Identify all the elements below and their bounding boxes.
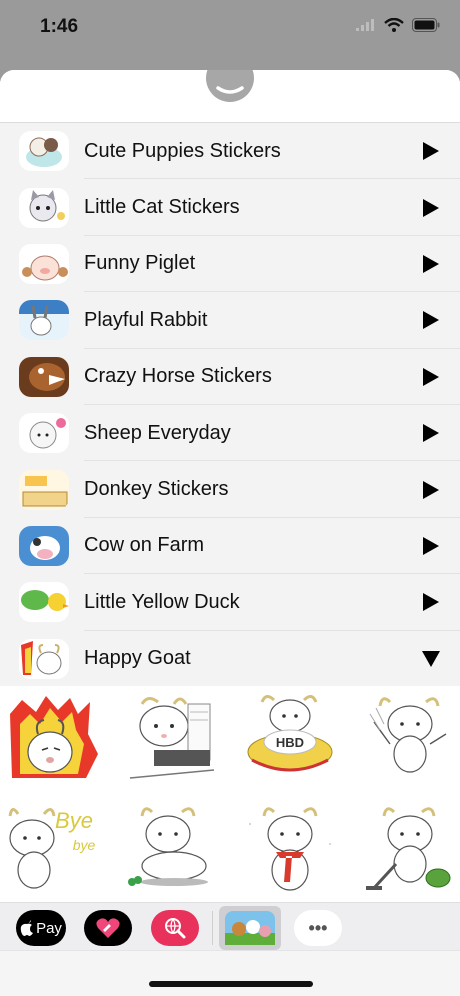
status-bar: 1:46 xyxy=(0,0,460,60)
pack-name: Little Yellow Duck xyxy=(84,590,240,613)
sticker-pack-row[interactable]: Donkey Stickers xyxy=(0,461,460,518)
sticker-pack-row[interactable]: Crazy Horse Stickers xyxy=(0,348,460,405)
farm-animals-icon xyxy=(225,911,275,945)
pack-name: Cow on Farm xyxy=(84,534,205,557)
pack-thumbnail xyxy=(19,356,69,397)
pack-thumbnail xyxy=(19,638,69,679)
more-apps-button[interactable]: ••• xyxy=(294,910,342,946)
app-drawer: Pay ••• xyxy=(0,902,460,951)
cake-text: HBD xyxy=(276,735,304,750)
globe-search-icon xyxy=(165,918,186,939)
collapse-triangle-icon[interactable] xyxy=(422,650,440,668)
sticker-pack-row[interactable]: Happy Goat xyxy=(0,630,460,687)
collapse-handle[interactable] xyxy=(206,70,254,102)
pack-thumbnail xyxy=(19,469,69,510)
pack-thumbnail xyxy=(19,131,69,172)
sticker-pack-row[interactable]: Funny Piglet xyxy=(0,235,460,293)
apple-pay-label: Pay xyxy=(36,919,62,937)
pack-thumbnail xyxy=(19,582,69,623)
sticker-app-selected[interactable] xyxy=(219,906,281,950)
sticker-pack-row[interactable]: Playful Rabbit xyxy=(0,292,460,349)
drawer-divider xyxy=(212,911,213,945)
bye-text: Bye xyxy=(55,808,93,833)
sheet-header xyxy=(0,70,460,123)
expand-triangle-icon[interactable] xyxy=(422,311,440,330)
pack-thumbnail xyxy=(19,413,69,454)
pack-thumbnail xyxy=(19,187,69,228)
pack-name: Happy Goat xyxy=(84,647,191,670)
pack-name: Cute Puppies Stickers xyxy=(84,139,281,162)
pack-name: Sheep Everyday xyxy=(84,421,231,444)
expand-triangle-icon[interactable] xyxy=(422,593,440,612)
apple-logo-icon xyxy=(20,920,34,936)
home-indicator[interactable] xyxy=(149,981,313,987)
pack-name: Playful Rabbit xyxy=(84,308,208,331)
digital-touch-app[interactable] xyxy=(84,910,132,946)
expand-triangle-icon[interactable] xyxy=(422,536,440,555)
expand-triangle-icon[interactable] xyxy=(422,424,440,443)
sticker-grid: HBD Bye bye xyxy=(0,686,460,902)
sticker-pack-list: Cute Puppies Stickers Little Cat Stickers… xyxy=(0,123,460,687)
expand-triangle-icon[interactable] xyxy=(422,142,440,161)
goat-bye-sticker[interactable]: Bye bye xyxy=(4,804,104,894)
goat-vacuum-sticker[interactable] xyxy=(356,804,456,894)
pack-thumbnail xyxy=(19,525,69,566)
bye-small-text: bye xyxy=(73,837,96,853)
expand-triangle-icon[interactable] xyxy=(422,480,440,499)
sticker-pack-row[interactable]: Sheep Everyday xyxy=(0,404,460,462)
wifi-icon xyxy=(384,18,404,32)
pack-name: Little Cat Stickers xyxy=(84,196,240,219)
battery-icon xyxy=(412,18,440,32)
pack-name: Donkey Stickers xyxy=(84,478,229,501)
goat-clover-sticker[interactable] xyxy=(122,804,222,894)
more-label: ••• xyxy=(308,917,328,938)
apple-pay-app[interactable]: Pay xyxy=(16,910,66,946)
goat-scarf-sticker[interactable] xyxy=(240,804,340,894)
goat-dancing-sticker[interactable] xyxy=(360,694,460,784)
signal-icon xyxy=(356,19,374,31)
heart-hand-icon xyxy=(96,918,120,938)
home-indicator-area xyxy=(0,950,460,996)
status-time: 1:46 xyxy=(40,16,79,37)
expand-triangle-icon[interactable] xyxy=(422,198,440,217)
expand-triangle-icon[interactable] xyxy=(422,367,440,386)
image-search-app[interactable] xyxy=(151,910,199,946)
sticker-sheet: Cute Puppies Stickers Little Cat Stickers… xyxy=(0,70,460,996)
pack-thumbnail xyxy=(19,243,69,284)
sticker-pack-row[interactable]: Little Yellow Duck xyxy=(0,574,460,631)
sticker-pack-row[interactable]: Cute Puppies Stickers xyxy=(0,123,460,180)
status-icons xyxy=(356,18,440,32)
expand-triangle-icon[interactable] xyxy=(422,254,440,273)
pack-thumbnail xyxy=(19,300,69,341)
sticker-pack-row[interactable]: Cow on Farm xyxy=(0,517,460,575)
sticker-pack-row[interactable]: Little Cat Stickers xyxy=(0,179,460,236)
goat-fire-sticker[interactable] xyxy=(6,694,106,784)
pack-name: Funny Piglet xyxy=(84,252,196,275)
goat-cake-sticker[interactable]: HBD xyxy=(246,694,346,784)
pack-name: Crazy Horse Stickers xyxy=(84,365,272,388)
chevron-down-icon xyxy=(216,86,244,94)
goat-papers-sticker[interactable] xyxy=(124,694,224,784)
